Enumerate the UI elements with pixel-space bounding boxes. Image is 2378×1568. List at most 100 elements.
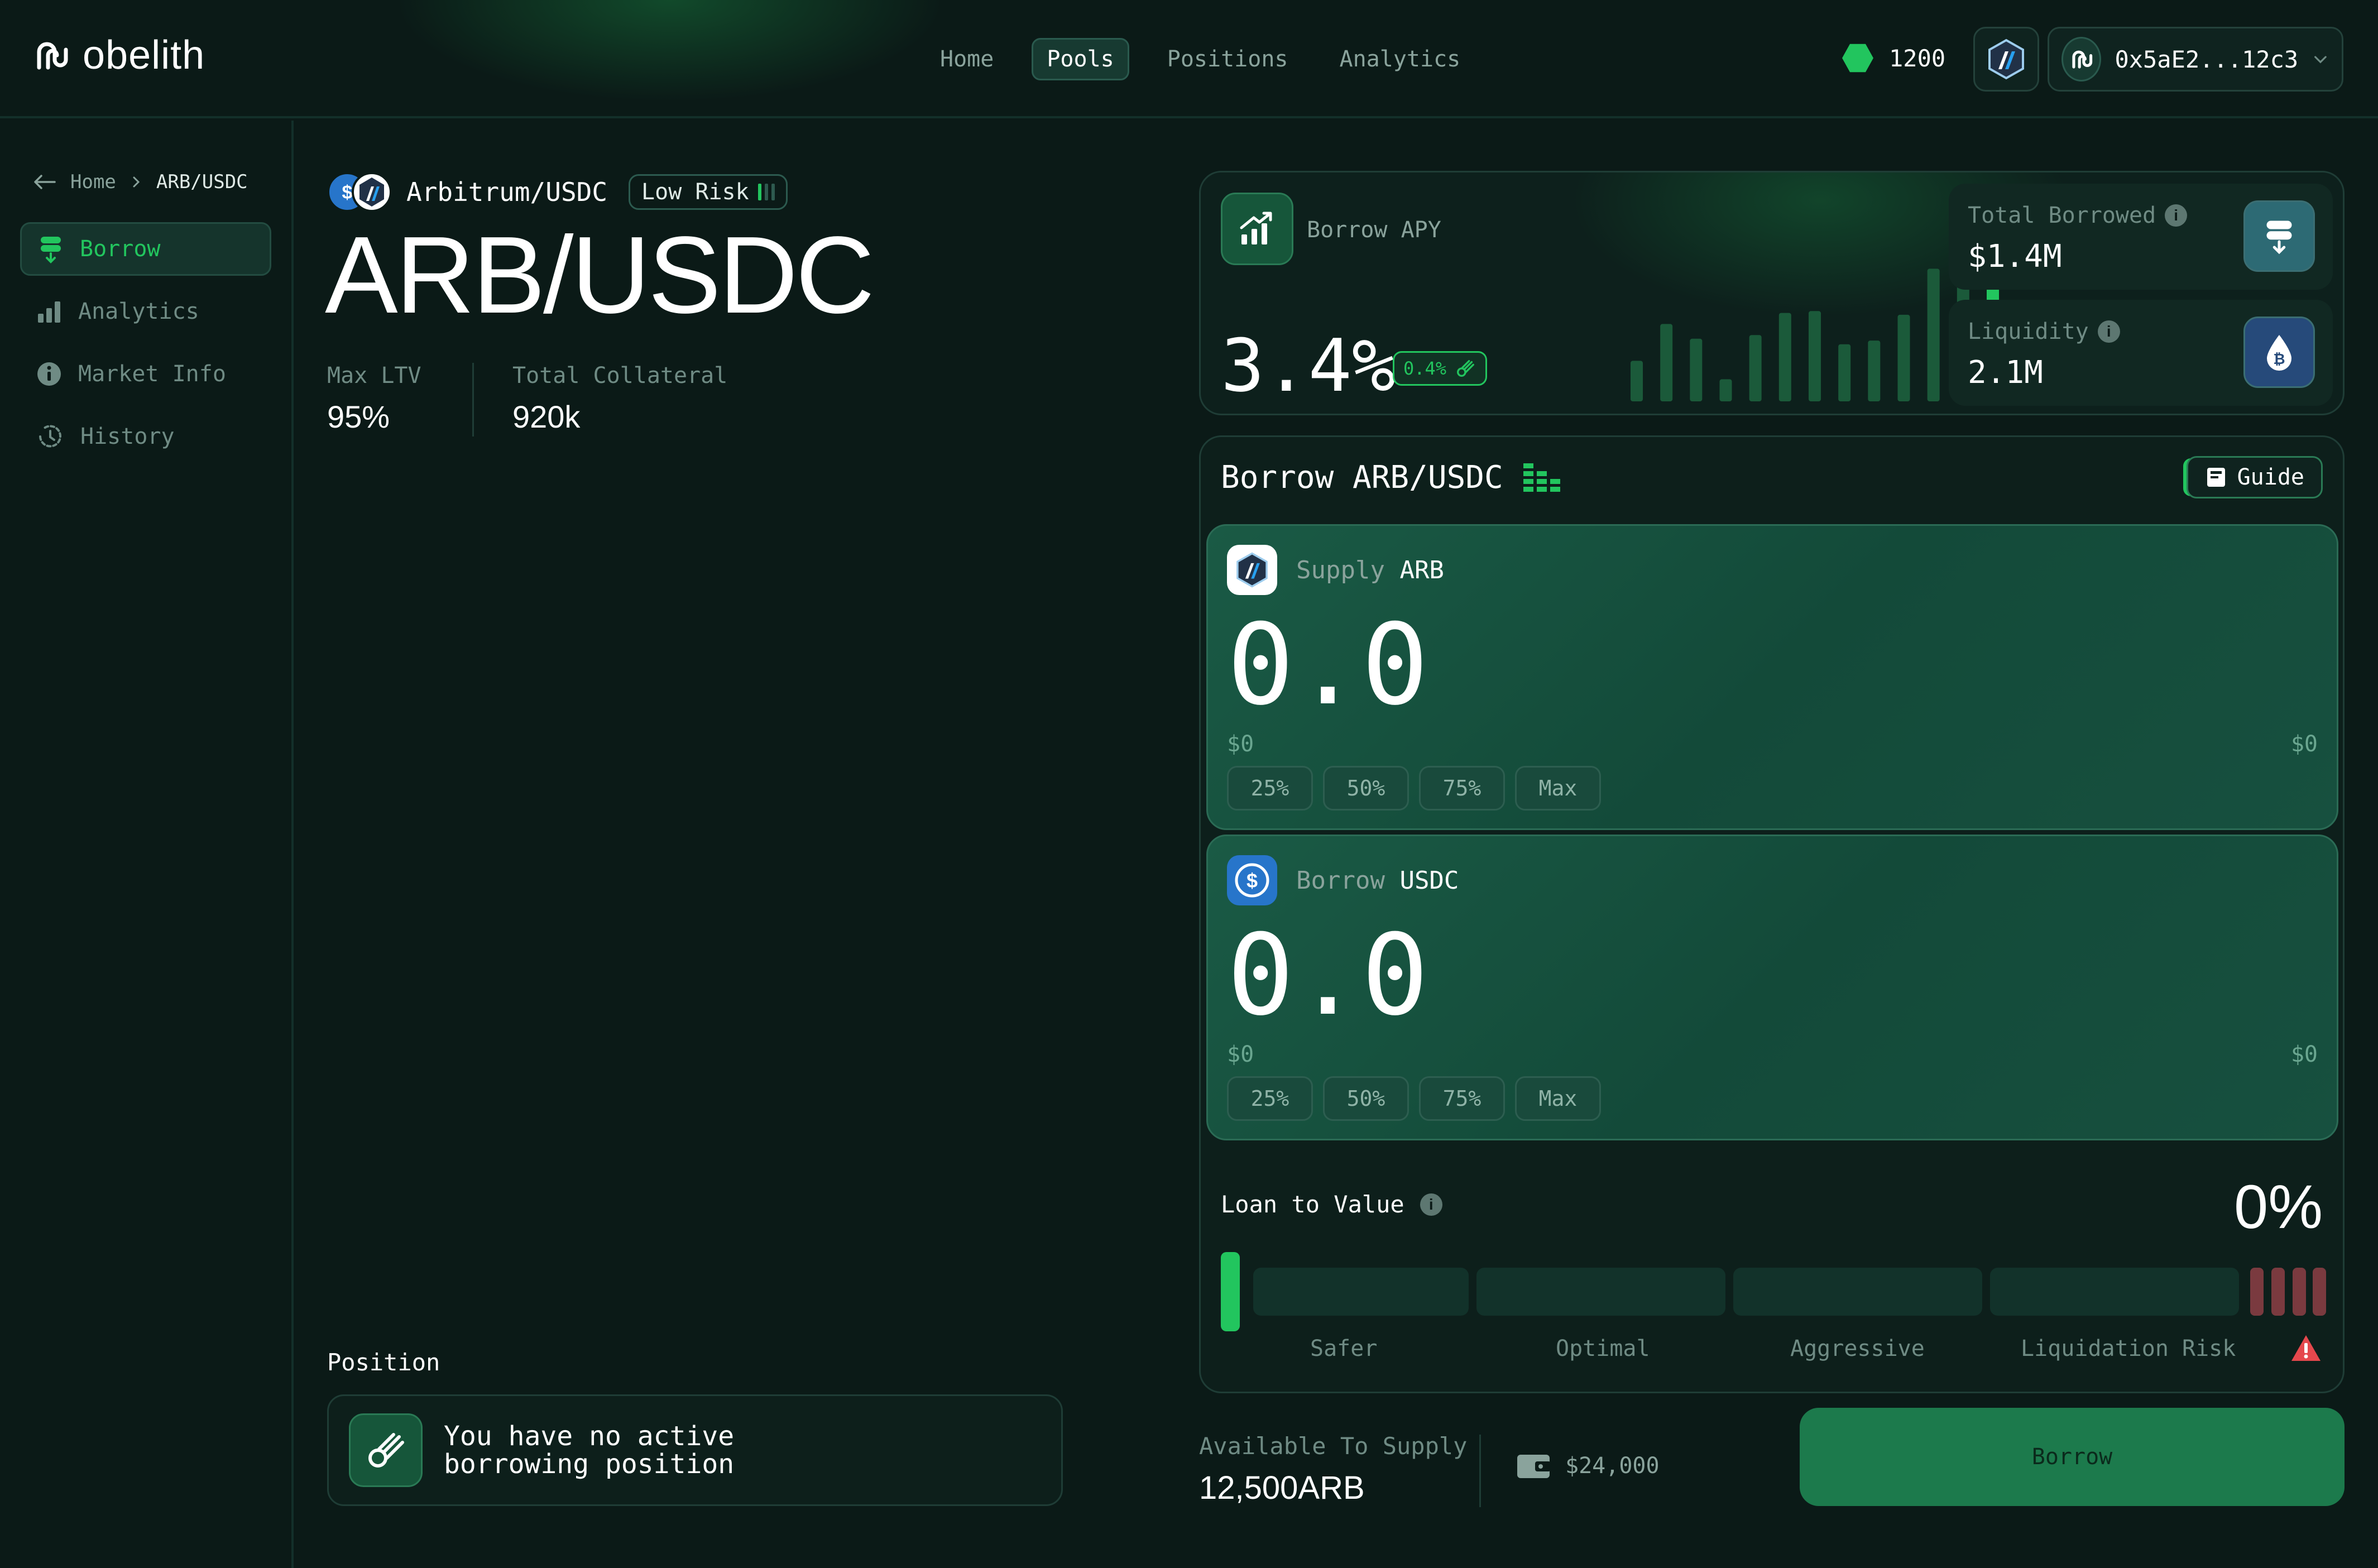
borrow-verb: Borrow [1296,866,1385,895]
info-icon[interactable]: i [2165,204,2188,227]
apy-change-badge: 0.4% [1393,351,1488,386]
apy-bar [1897,314,1910,401]
chain-selector-button[interactable] [1973,27,2039,92]
supply-balance-usd: $0 [2290,731,2318,757]
available-to-supply-label: Available To Supply [1199,1432,1468,1460]
borrow-input-box[interactable]: $ Borrow USDC 0.0 $0 $0 25% 50% 75% Max [1206,835,2338,1140]
apy-bar [1660,324,1673,401]
top-navigation-bar: obelith Home Pools Positions Analytics 1… [0,0,2378,118]
borrow-max-button[interactable]: Max [1515,1076,1601,1121]
footer-divider [1479,1435,1481,1507]
sidebar-item-history[interactable]: History [20,410,271,463]
apy-bar [1631,361,1643,401]
wallet-balance-value: $24,000 [1565,1453,1660,1479]
borrow-75-button[interactable]: 75% [1419,1076,1505,1121]
total-collateral-stat: Total Collateral 920k [512,363,727,435]
wallet-avatar [2061,37,2102,81]
liquidity-drop-icon: ₿ [2243,317,2315,388]
info-icon[interactable]: i [1420,1193,1442,1216]
pool-pair-name: Arbitrum/USDC [406,177,608,207]
wallet-balance: $24,000 [1516,1452,1660,1479]
nav-home[interactable]: Home [927,40,1007,79]
borrow-apy-label: Borrow APY [1307,217,1441,243]
ltv-zone-safer [1253,1268,1469,1316]
borrow-header: $ Borrow USDC [1227,855,1459,905]
risk-badge: Low Risk [629,174,788,210]
borrow-button[interactable]: Borrow [1800,1408,2345,1506]
risk-level-icon [757,184,775,200]
supply-verb: Supply [1296,555,1385,584]
borrow-apy-card: Borrow APY 3.4% 0.4% Total Borrowed i $1… [1199,171,2345,415]
supply-75-button[interactable]: 75% [1419,766,1505,811]
supply-amount-input[interactable]: 0.0 [1227,610,1428,721]
arbitrum-token-icon [1227,545,1277,595]
total-borrowed-value: $1.4M [1968,238,2062,275]
page-title: ARB/USDC [325,214,875,336]
back-arrow-icon[interactable] [33,174,56,190]
max-ltv-value: 95% [327,399,390,434]
apy-bar [1719,379,1732,401]
total-collateral-label: Total Collateral [512,363,728,389]
ltv-zone-label-safer: Safer [1310,1336,1378,1361]
supply-token: ARB [1399,555,1444,584]
ltv-zone-label-aggressive: Aggressive [1790,1336,1925,1361]
supply-input-box[interactable]: Supply ARB 0.0 $0 $0 25% 50% 75% Max [1206,524,2338,830]
max-ltv-stat: Max LTV 95% [327,363,421,435]
total-borrowed-label: Total Borrowed i [1968,203,2188,228]
sidebar-item-label: Market Info [78,361,226,387]
ltv-zone-liquidation [1990,1268,2239,1316]
borrow-25-button[interactable]: 25% [1227,1076,1313,1121]
ltv-slider[interactable] [1221,1252,2326,1336]
apy-change-value: 0.4% [1403,358,1447,379]
wallet-icon [1517,1455,1551,1478]
supply-50-button[interactable]: 50% [1323,766,1409,811]
apy-history-bars [1631,217,1999,401]
ltv-danger-bars [2250,1268,2326,1316]
apy-bar [1778,313,1791,401]
liquidity-label: Liquidity i [1968,319,2120,344]
supply-usd-value: $0 [1227,731,1254,757]
nav-pools[interactable]: Pools [1032,38,1129,80]
borrow-form-title-text: Borrow ARB/USDC [1221,459,1503,496]
sidebar-item-market-info[interactable]: Market Info [20,347,271,401]
info-icon[interactable]: i [2097,320,2120,343]
points-value: 1200 [1889,44,1946,72]
total-collateral-value: 920k [512,399,581,434]
position-label: Position [327,1349,440,1376]
total-borrowed-label-text: Total Borrowed [1968,203,2156,228]
nav-positions[interactable]: Positions [1154,40,1302,79]
chevron-down-icon [2314,56,2327,64]
risk-label: Low Risk [641,179,749,205]
apy-bar [1690,338,1703,401]
supply-25-button[interactable]: 25% [1227,766,1313,811]
pool-pair-row: $ Arbitrum/USDC Low Risk [327,171,788,213]
ltv-label-text: Loan to Value [1221,1191,1404,1218]
apy-bar [1749,335,1762,401]
info-icon [37,362,61,386]
nav-analytics[interactable]: Analytics [1326,40,1474,79]
bar-chart-icon [38,301,60,323]
sidebar-item-borrow[interactable]: Borrow [20,222,271,276]
liquidity-label-text: Liquidity [1968,319,2089,344]
pool-side-stats: Total Borrowed i $1.4M Liquidity i 2.1M [1949,184,2333,406]
guide-button[interactable]: Guide [2186,456,2323,498]
points-display[interactable]: 1200 [1842,42,1945,74]
position-meteor-icon [349,1413,423,1487]
borrow-token: USDC [1399,866,1459,895]
sidebar-item-analytics[interactable]: Analytics [20,285,271,338]
ltv-zone-aggressive [1733,1268,1982,1316]
apy-bar [1809,311,1821,401]
wallet-button[interactable]: 0x5aE2...12c3 [2048,27,2343,92]
breadcrumb-home[interactable]: Home [70,171,116,193]
supply-max-button[interactable]: Max [1515,766,1601,811]
liquidity-value: 2.1M [1968,354,2043,391]
ltv-zone-optimal [1476,1268,1725,1316]
svg-text:₿: ₿ [2273,351,2285,367]
points-hexagon-icon [1842,44,1873,73]
guide-label: Guide [2237,464,2304,490]
borrow-amount-input[interactable]: 0.0 [1227,920,1428,1032]
app-logo[interactable]: obelith [31,32,205,78]
ltv-value: 0% [2234,1173,2323,1241]
borrow-50-button[interactable]: 50% [1323,1076,1409,1121]
equalizer-icon [1523,463,1560,492]
